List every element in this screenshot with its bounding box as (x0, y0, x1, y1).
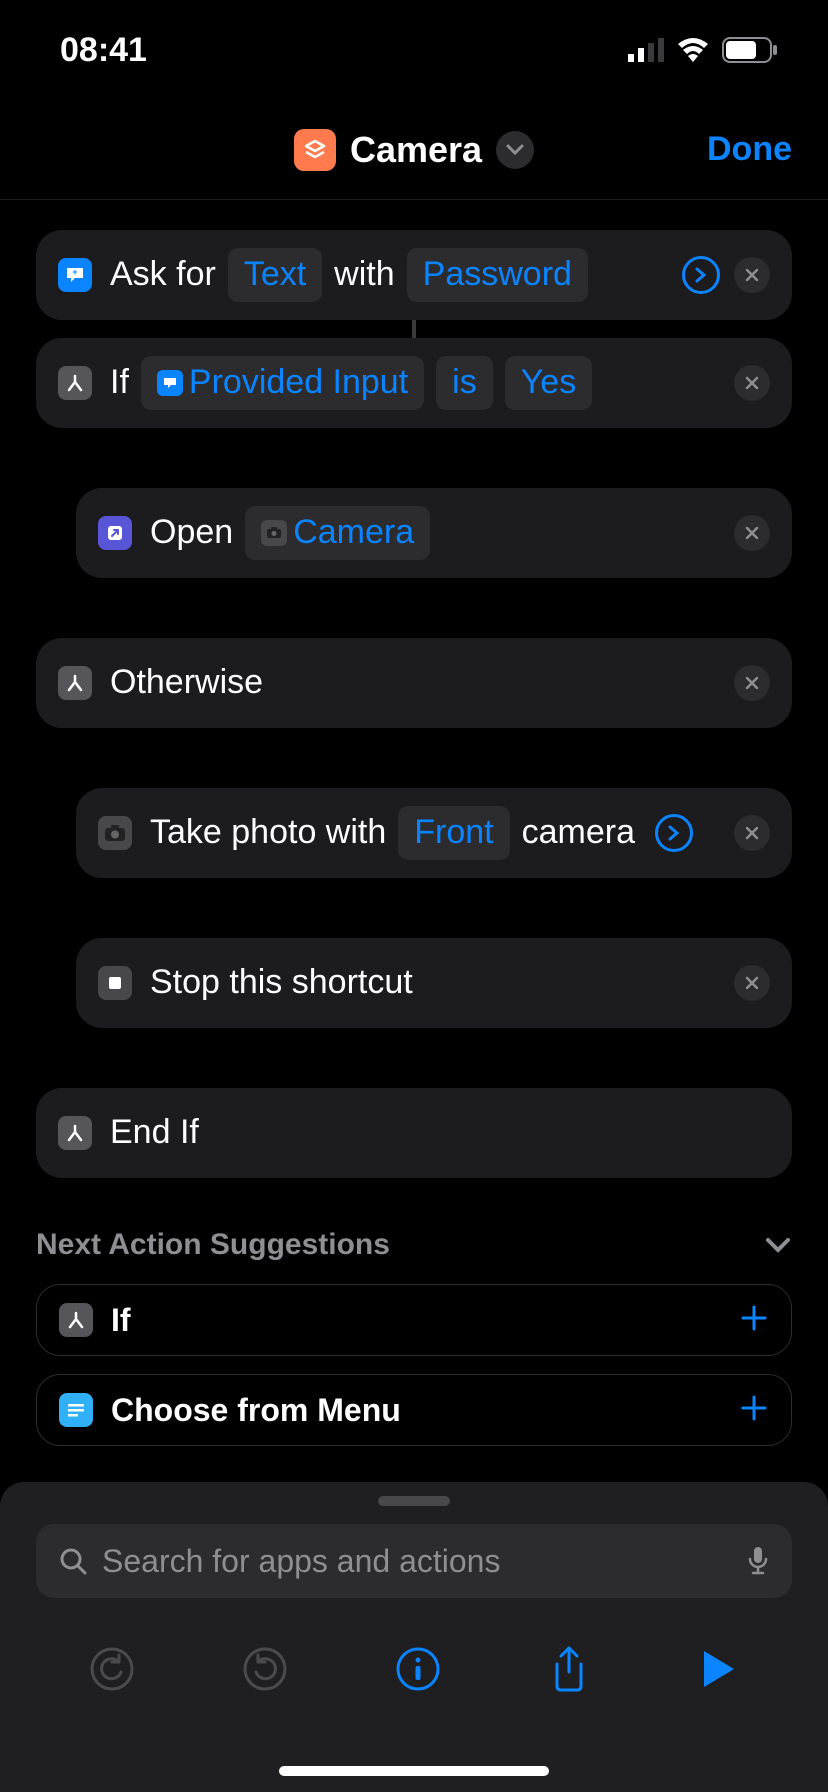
suggestion-choose-menu[interactable]: Choose from Menu (36, 1374, 792, 1446)
collapse-suggestions-icon[interactable] (764, 1236, 792, 1254)
action-text: End If (110, 1108, 199, 1157)
redo-button[interactable] (243, 1647, 287, 1696)
shortcut-title[interactable]: Camera (350, 129, 482, 171)
param-prompt[interactable]: Password (407, 248, 588, 301)
suggestion-label: If (111, 1302, 131, 1339)
param-app[interactable]: Camera (245, 506, 430, 559)
add-suggestion-button[interactable] (739, 1393, 769, 1428)
action-ask-for-input[interactable]: + Ask for Text with Password (36, 230, 792, 320)
open-app-icon (98, 516, 132, 550)
info-button[interactable] (395, 1646, 441, 1697)
action-stop-shortcut[interactable]: Stop this shortcut (76, 938, 792, 1028)
cellular-icon (628, 38, 664, 62)
undo-button[interactable] (90, 1647, 134, 1696)
if-icon (59, 1303, 93, 1337)
sheet-grabber[interactable] (378, 1496, 450, 1506)
suggestion-label: Choose from Menu (111, 1392, 401, 1429)
expand-button[interactable] (655, 814, 693, 852)
delete-action-button[interactable] (734, 965, 770, 1001)
suggestion-if[interactable]: If (36, 1284, 792, 1356)
add-suggestion-button[interactable] (739, 1303, 769, 1338)
search-box[interactable] (36, 1524, 792, 1598)
action-text: Otherwise (110, 658, 263, 707)
variable-icon (157, 370, 183, 396)
action-end-if[interactable]: End If (36, 1088, 792, 1178)
home-indicator[interactable] (279, 1766, 549, 1776)
action-text: Ask for (110, 250, 216, 299)
param-variable[interactable]: Provided Input (141, 356, 424, 409)
camera-icon (98, 816, 132, 850)
expand-button[interactable] (682, 256, 720, 294)
otherwise-icon (58, 666, 92, 700)
stop-icon (98, 966, 132, 1000)
camera-app-icon (261, 520, 287, 546)
action-text: If (110, 358, 129, 407)
end-if-icon (58, 1116, 92, 1150)
battery-icon (722, 37, 778, 63)
delete-action-button[interactable] (734, 515, 770, 551)
action-text: Stop this shortcut (150, 958, 413, 1007)
search-icon (58, 1546, 88, 1576)
suggestions-heading: Next Action Suggestions (36, 1228, 390, 1262)
if-icon (58, 366, 92, 400)
action-open-app[interactable]: Open Camera (76, 488, 792, 578)
status-time: 08:41 (60, 31, 147, 70)
action-text: with (334, 250, 394, 299)
param-value[interactable]: Yes (505, 356, 592, 409)
microphone-icon[interactable] (746, 1545, 770, 1577)
svg-text:+: + (72, 267, 77, 277)
param-text-type[interactable]: Text (228, 248, 322, 301)
wifi-icon (676, 38, 710, 62)
status-icons (628, 37, 778, 63)
shortcut-app-icon (294, 129, 336, 171)
param-camera[interactable]: Front (398, 806, 509, 859)
bottom-sheet[interactable] (0, 1482, 828, 1792)
delete-action-button[interactable] (734, 665, 770, 701)
delete-action-button[interactable] (734, 815, 770, 851)
title-dropdown[interactable] (496, 131, 534, 169)
action-take-photo[interactable]: Take photo with Front camera (76, 788, 792, 878)
action-text: camera (522, 808, 635, 857)
action-if[interactable]: If Provided Input is Yes (36, 338, 792, 428)
share-button[interactable] (549, 1644, 589, 1699)
delete-action-button[interactable] (734, 257, 770, 293)
run-button[interactable] (698, 1647, 738, 1696)
param-condition[interactable]: is (436, 356, 493, 409)
search-input[interactable] (102, 1543, 732, 1580)
action-otherwise[interactable]: Otherwise (36, 638, 792, 728)
delete-action-button[interactable] (734, 365, 770, 401)
action-text: Open (150, 508, 233, 557)
done-button[interactable]: Done (707, 130, 792, 169)
action-text: Take photo with (150, 808, 386, 857)
ask-icon: + (58, 258, 92, 292)
menu-icon (59, 1393, 93, 1427)
